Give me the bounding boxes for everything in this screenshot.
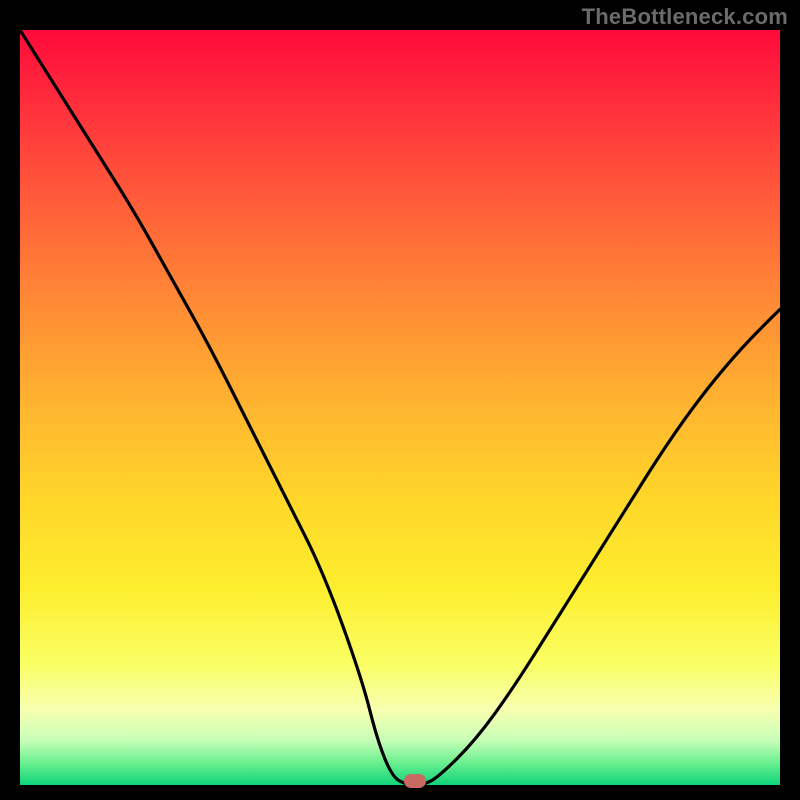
bottleneck-curve bbox=[20, 30, 780, 785]
watermark-text: TheBottleneck.com bbox=[582, 4, 788, 30]
curve-svg bbox=[20, 30, 780, 785]
plot-area bbox=[20, 30, 780, 785]
optimal-marker bbox=[404, 774, 426, 788]
chart-frame: TheBottleneck.com bbox=[0, 0, 800, 800]
